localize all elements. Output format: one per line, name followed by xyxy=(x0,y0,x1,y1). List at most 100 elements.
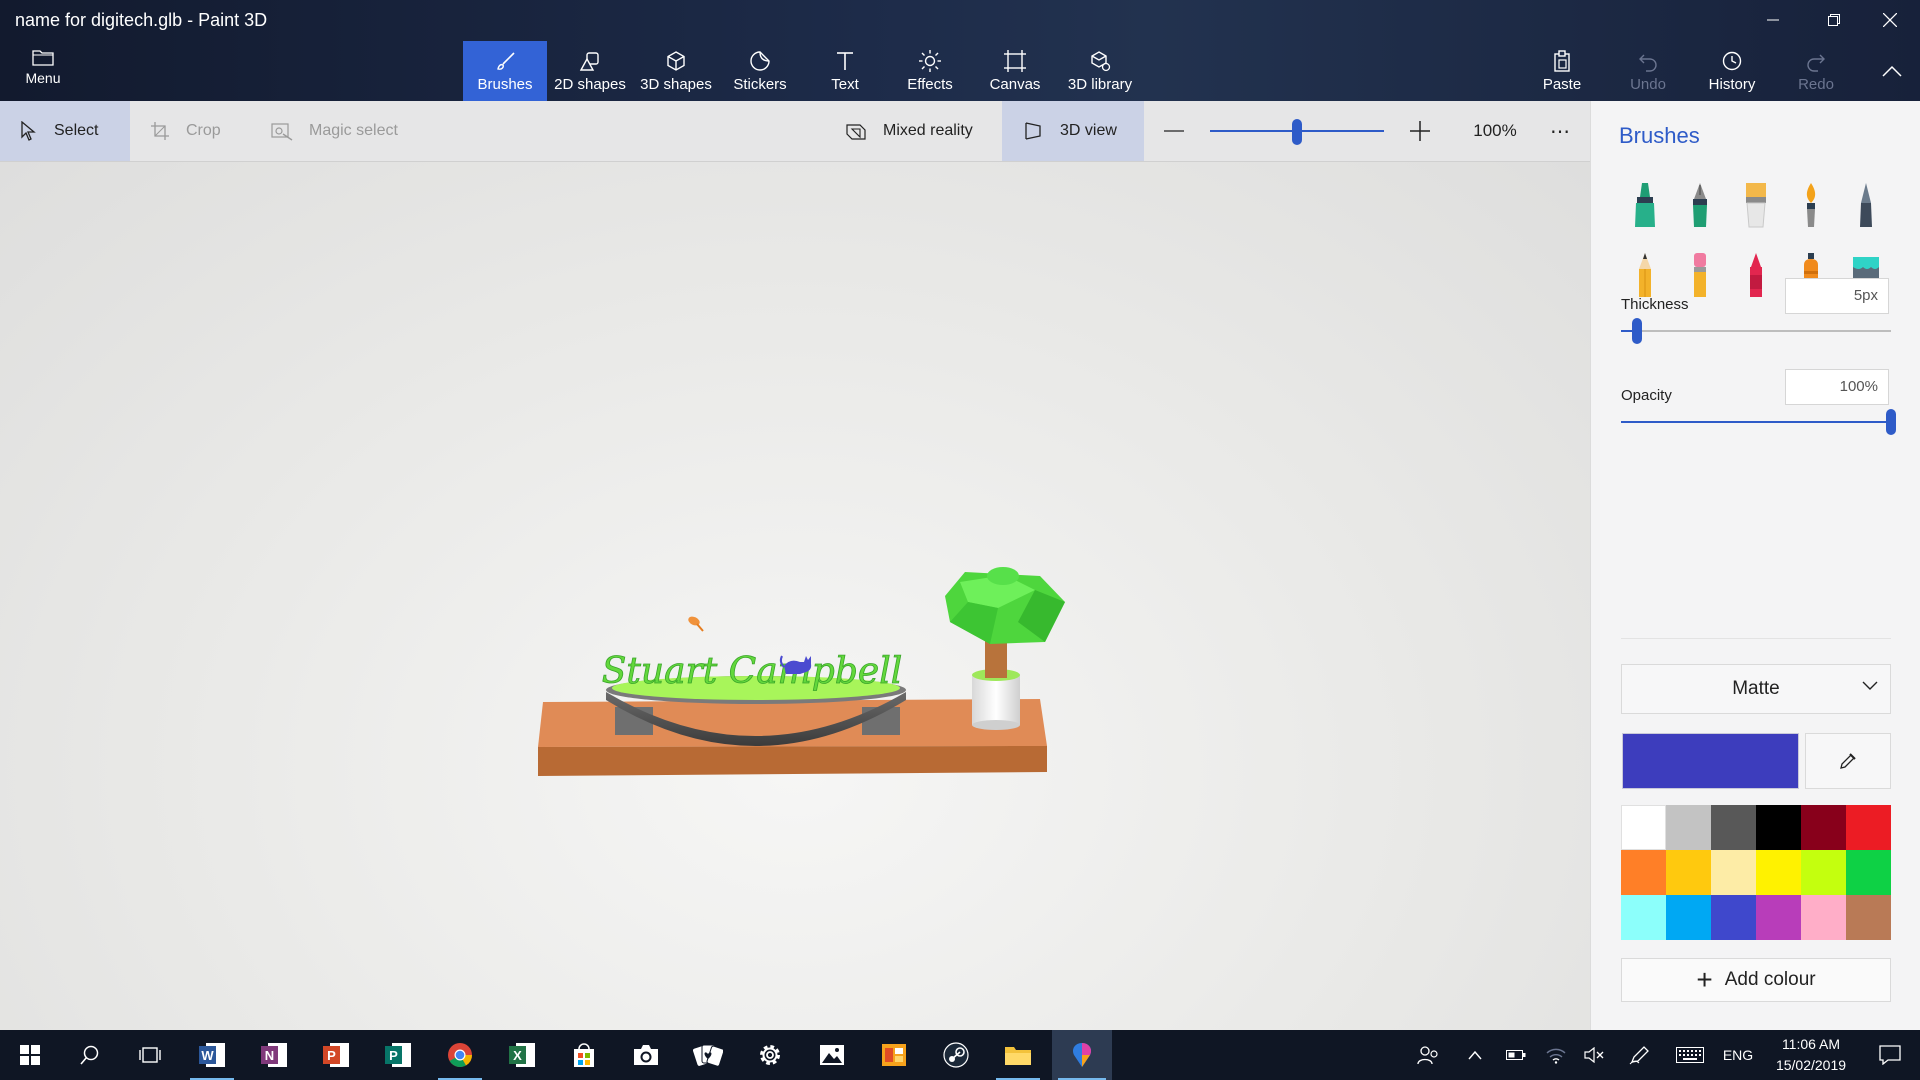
pixel-pen-brush[interactable] xyxy=(1849,179,1883,229)
colour-swatch[interactable] xyxy=(1801,895,1846,940)
crayon-brush[interactable] xyxy=(1739,249,1773,299)
colour-swatch[interactable] xyxy=(1666,895,1711,940)
magic-select-label: Magic select xyxy=(309,122,398,139)
colour-swatch[interactable] xyxy=(1621,895,1666,940)
colour-swatch[interactable] xyxy=(1756,850,1801,895)
opacity-input[interactable]: 100% xyxy=(1785,369,1889,405)
tab-canvas[interactable]: Canvas xyxy=(971,41,1059,101)
crop-tool[interactable]: Crop xyxy=(150,101,260,161)
onenote-app[interactable]: N xyxy=(246,1030,302,1080)
more-options-button[interactable]: ⋯ xyxy=(1540,101,1580,161)
calligraphy-pen-brush[interactable] xyxy=(1683,179,1717,229)
select-tool[interactable]: Select xyxy=(0,101,130,161)
tab-effects[interactable]: Effects xyxy=(889,41,971,101)
task-view-button[interactable] xyxy=(122,1030,178,1080)
history-button[interactable]: History xyxy=(1690,41,1774,101)
colour-swatch[interactable] xyxy=(1711,805,1756,850)
eyedropper-button[interactable] xyxy=(1805,733,1891,789)
mixed-reality-button[interactable]: Mixed reality xyxy=(845,101,995,161)
colour-swatch[interactable] xyxy=(1711,850,1756,895)
excel-app[interactable]: X xyxy=(494,1030,550,1080)
show-hidden-icons-button[interactable] xyxy=(1462,1030,1488,1080)
windows-ink-button[interactable] xyxy=(1626,1030,1654,1080)
collapse-ribbon-button[interactable] xyxy=(1864,41,1920,101)
3d-text-name[interactable]: Stuart Campbell xyxy=(601,651,902,693)
menu-button[interactable]: Menu xyxy=(18,44,68,94)
chrome-app[interactable] xyxy=(432,1030,488,1080)
volume-button[interactable] xyxy=(1580,1030,1608,1080)
restore-button[interactable] xyxy=(1806,0,1862,40)
colour-swatch[interactable] xyxy=(1666,850,1711,895)
powerpoint-app[interactable]: P xyxy=(308,1030,364,1080)
office-app[interactable] xyxy=(866,1030,922,1080)
watercolor-brush[interactable] xyxy=(1794,179,1828,229)
zoom-in-button[interactable] xyxy=(1408,101,1432,161)
colour-swatch[interactable] xyxy=(1801,805,1846,850)
material-dropdown[interactable]: Matte xyxy=(1621,664,1891,714)
tab-3d-library[interactable]: 3D library xyxy=(1059,41,1141,101)
word-app[interactable]: W xyxy=(184,1030,240,1080)
add-colour-button[interactable]: + Add colour xyxy=(1621,958,1891,1002)
settings-app[interactable] xyxy=(742,1030,798,1080)
colour-swatch[interactable] xyxy=(1621,850,1666,895)
thickness-slider-track[interactable] xyxy=(1621,330,1891,332)
camera-app[interactable] xyxy=(618,1030,674,1080)
redo-button[interactable]: Redo xyxy=(1774,41,1858,101)
3d-scene[interactable]: Stuart Campbell xyxy=(0,162,1590,1030)
redo-label: Redo xyxy=(1798,76,1834,93)
battery-indicator[interactable] xyxy=(1502,1030,1530,1080)
file-explorer-app[interactable] xyxy=(990,1030,1046,1080)
thickness-input[interactable]: 5px xyxy=(1785,278,1889,314)
colour-swatch[interactable] xyxy=(1666,805,1711,850)
start-button[interactable] xyxy=(2,1030,58,1080)
paste-button[interactable]: Paste xyxy=(1520,41,1604,101)
action-center-button[interactable] xyxy=(1862,1030,1918,1080)
steam-app[interactable] xyxy=(928,1030,984,1080)
photos-app[interactable] xyxy=(804,1030,860,1080)
tree-foliage[interactable] xyxy=(945,567,1065,644)
oil-brush[interactable] xyxy=(1739,179,1773,229)
eraser-brush[interactable] xyxy=(1683,249,1717,299)
zoom-out-button[interactable] xyxy=(1162,101,1186,161)
colour-swatch[interactable] xyxy=(1756,895,1801,940)
store-app[interactable] xyxy=(556,1030,612,1080)
3d-canvas[interactable]: Stuart Campbell xyxy=(0,162,1590,1030)
colour-swatch[interactable] xyxy=(1756,805,1801,850)
colour-swatch[interactable] xyxy=(1846,895,1891,940)
thickness-slider-thumb[interactable] xyxy=(1632,318,1643,344)
marker-brush[interactable] xyxy=(1628,179,1662,229)
colour-swatch[interactable] xyxy=(1801,850,1846,895)
touch-keyboard-button[interactable] xyxy=(1672,1030,1708,1080)
tree-pot[interactable] xyxy=(972,669,1020,730)
people-button[interactable] xyxy=(1410,1030,1446,1080)
pencil-brush[interactable] xyxy=(1628,249,1662,299)
eraser-icon xyxy=(1694,253,1706,297)
colour-swatch[interactable] xyxy=(1846,805,1891,850)
tab-stickers[interactable]: Stickers xyxy=(719,41,801,101)
windows-taskbar: W N P P X ENG 11:06 AM 15/02/2019 xyxy=(0,1030,1920,1080)
zoom-slider-thumb[interactable] xyxy=(1292,119,1302,145)
orange-pencil-sticker[interactable] xyxy=(687,615,704,632)
paint-3d-app[interactable] xyxy=(1052,1030,1112,1080)
3d-view-toggle[interactable]: 3D view xyxy=(1002,101,1144,161)
opacity-slider-thumb[interactable] xyxy=(1886,409,1896,435)
search-button[interactable] xyxy=(62,1030,118,1080)
tab-brushes[interactable]: Brushes xyxy=(463,41,547,101)
close-button[interactable] xyxy=(1862,0,1918,40)
colour-swatch[interactable] xyxy=(1846,850,1891,895)
current-colour-swatch[interactable] xyxy=(1622,733,1799,789)
undo-button[interactable]: Undo xyxy=(1606,41,1690,101)
wifi-indicator[interactable] xyxy=(1542,1030,1570,1080)
input-language[interactable]: ENG xyxy=(1718,1030,1758,1080)
magic-select-tool[interactable]: Magic select xyxy=(271,101,431,161)
colour-swatch[interactable] xyxy=(1621,805,1666,850)
colour-swatch[interactable] xyxy=(1711,895,1756,940)
tab-2d-shapes[interactable]: 2D shapes xyxy=(547,41,633,101)
minimize-button[interactable] xyxy=(1745,0,1801,40)
publisher-app[interactable]: P xyxy=(370,1030,426,1080)
tab-text[interactable]: Text xyxy=(801,41,889,101)
solitaire-app[interactable] xyxy=(680,1030,736,1080)
zoom-percentage[interactable]: 100% xyxy=(1452,101,1538,161)
tab-3d-shapes[interactable]: 3D shapes xyxy=(633,41,719,101)
clock[interactable]: 11:06 AM 15/02/2019 xyxy=(1760,1034,1862,1076)
